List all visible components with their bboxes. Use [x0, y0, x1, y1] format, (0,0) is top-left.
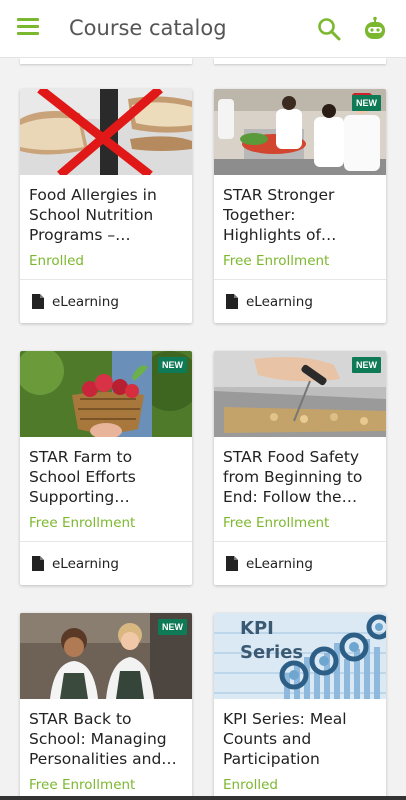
- document-icon: [226, 294, 238, 309]
- document-icon: [32, 294, 44, 309]
- course-thumbnail: KPI Series: [214, 613, 386, 699]
- search-icon[interactable]: [316, 16, 342, 42]
- course-type: eLearning: [214, 541, 386, 585]
- thumbnail-caption: KPI Series: [240, 618, 304, 663]
- app-bar: Course catalog: [0, 0, 406, 58]
- course-card[interactable]: NEW STAR Back to School: Managing Person…: [20, 613, 192, 800]
- enrollment-status: Free Enrollment: [223, 253, 330, 269]
- course-title: STAR Farm to School Efforts Supporting R…: [29, 448, 136, 506]
- enrollment-status: Enrolled: [29, 253, 84, 269]
- document-icon: [226, 556, 238, 571]
- course-title: STAR Back to School: Managing Personalit…: [29, 710, 177, 768]
- course-card[interactable]: NEW STAR Food Safety from Beginning to E…: [214, 351, 386, 585]
- course-thumbnail: NEW: [20, 351, 192, 437]
- course-title: KPI Series: Meal Counts and Participatio…: [223, 710, 347, 768]
- card-stub: [214, 58, 386, 64]
- enrollment-status: Free Enrollment: [223, 515, 330, 531]
- course-title: STAR Food Safety from Beginning to End: …: [223, 448, 363, 506]
- new-badge: NEW: [352, 357, 381, 373]
- course-thumbnail: NEW: [20, 613, 192, 699]
- course-thumbnail: NEW: [214, 351, 386, 437]
- course-type: eLearning: [214, 279, 386, 323]
- card-stub: [20, 58, 192, 64]
- new-badge: NEW: [352, 95, 381, 111]
- course-type: eLearning: [20, 279, 192, 323]
- enrollment-status: Free Enrollment: [29, 515, 136, 531]
- course-type-label: eLearning: [246, 293, 313, 310]
- course-type-label: eLearning: [52, 555, 119, 572]
- course-title: Food Allergies in School Nutrition Progr…: [29, 186, 157, 244]
- course-thumbnail: [20, 89, 192, 175]
- nav-bar-edge: [0, 796, 406, 800]
- new-badge: NEW: [158, 619, 187, 635]
- course-type: eLearning: [20, 541, 192, 585]
- course-type-label: eLearning: [246, 555, 313, 572]
- course-type-label: eLearning: [52, 293, 119, 310]
- robot-assistant-icon[interactable]: [362, 16, 388, 42]
- course-card[interactable]: Food Allergies in School Nutrition Progr…: [20, 89, 192, 323]
- course-thumbnail: NEW: [214, 89, 386, 175]
- page-title: Course catalog: [69, 16, 227, 40]
- course-card[interactable]: NEW STAR Stronger Together: Highlights o…: [214, 89, 386, 323]
- course-title: STAR Stronger Together: Highlights of Sc…: [223, 186, 335, 244]
- document-icon: [32, 556, 44, 571]
- course-card[interactable]: KPI Series KPI Series: Meal Counts and P…: [214, 613, 386, 800]
- course-card[interactable]: NEW STAR Farm to School Efforts Supporti…: [20, 351, 192, 585]
- hamburger-menu-icon[interactable]: [17, 18, 39, 38]
- new-badge: NEW: [158, 357, 187, 373]
